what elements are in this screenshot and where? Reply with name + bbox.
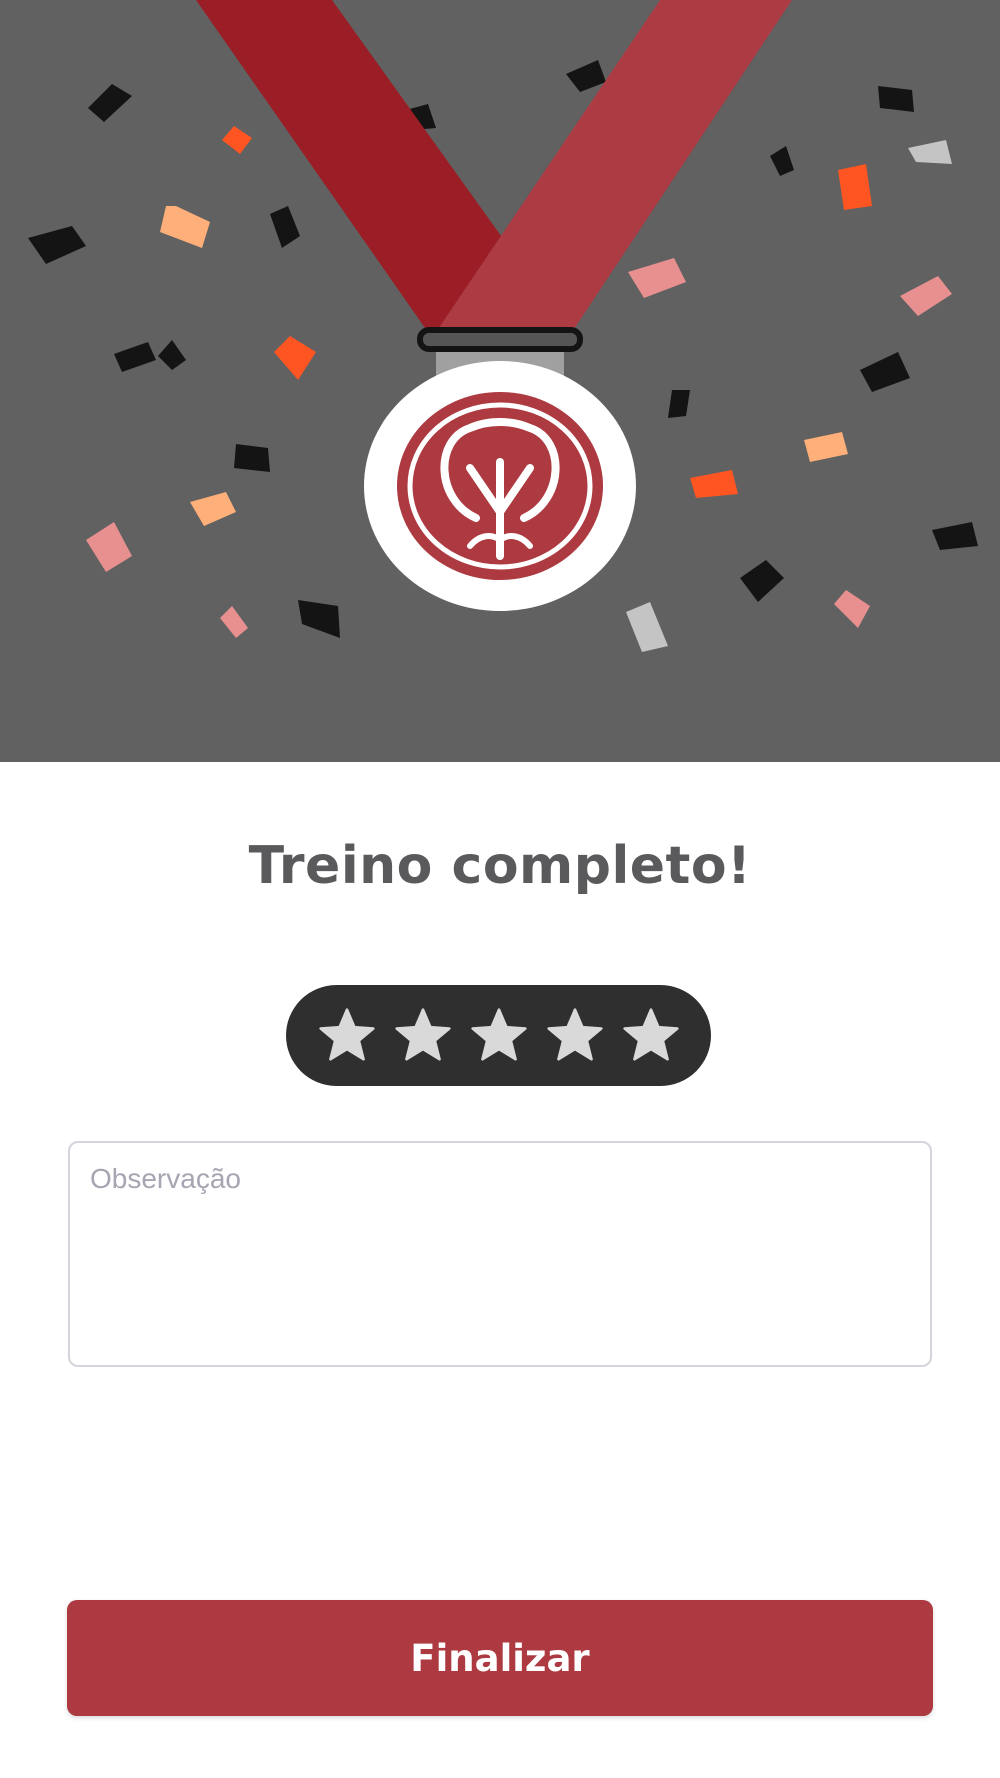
medal-illustration [28, 0, 978, 652]
workout-complete-screen: Treino completo! Finalizar [0, 0, 1000, 1778]
finish-button[interactable]: Finalizar [67, 1600, 933, 1716]
observation-field[interactable] [68, 1141, 932, 1367]
star-icon[interactable] [544, 1005, 606, 1067]
star-rating [286, 985, 711, 1086]
medal-ribbon [196, 0, 792, 338]
medal-icon [364, 361, 636, 611]
hero-banner [0, 0, 1000, 762]
medal-clasp [417, 327, 583, 352]
star-icon[interactable] [316, 1005, 378, 1067]
star-icon[interactable] [620, 1005, 682, 1067]
star-icon[interactable] [392, 1005, 454, 1067]
star-icon[interactable] [468, 1005, 530, 1067]
page-title: Treino completo! [248, 836, 752, 896]
